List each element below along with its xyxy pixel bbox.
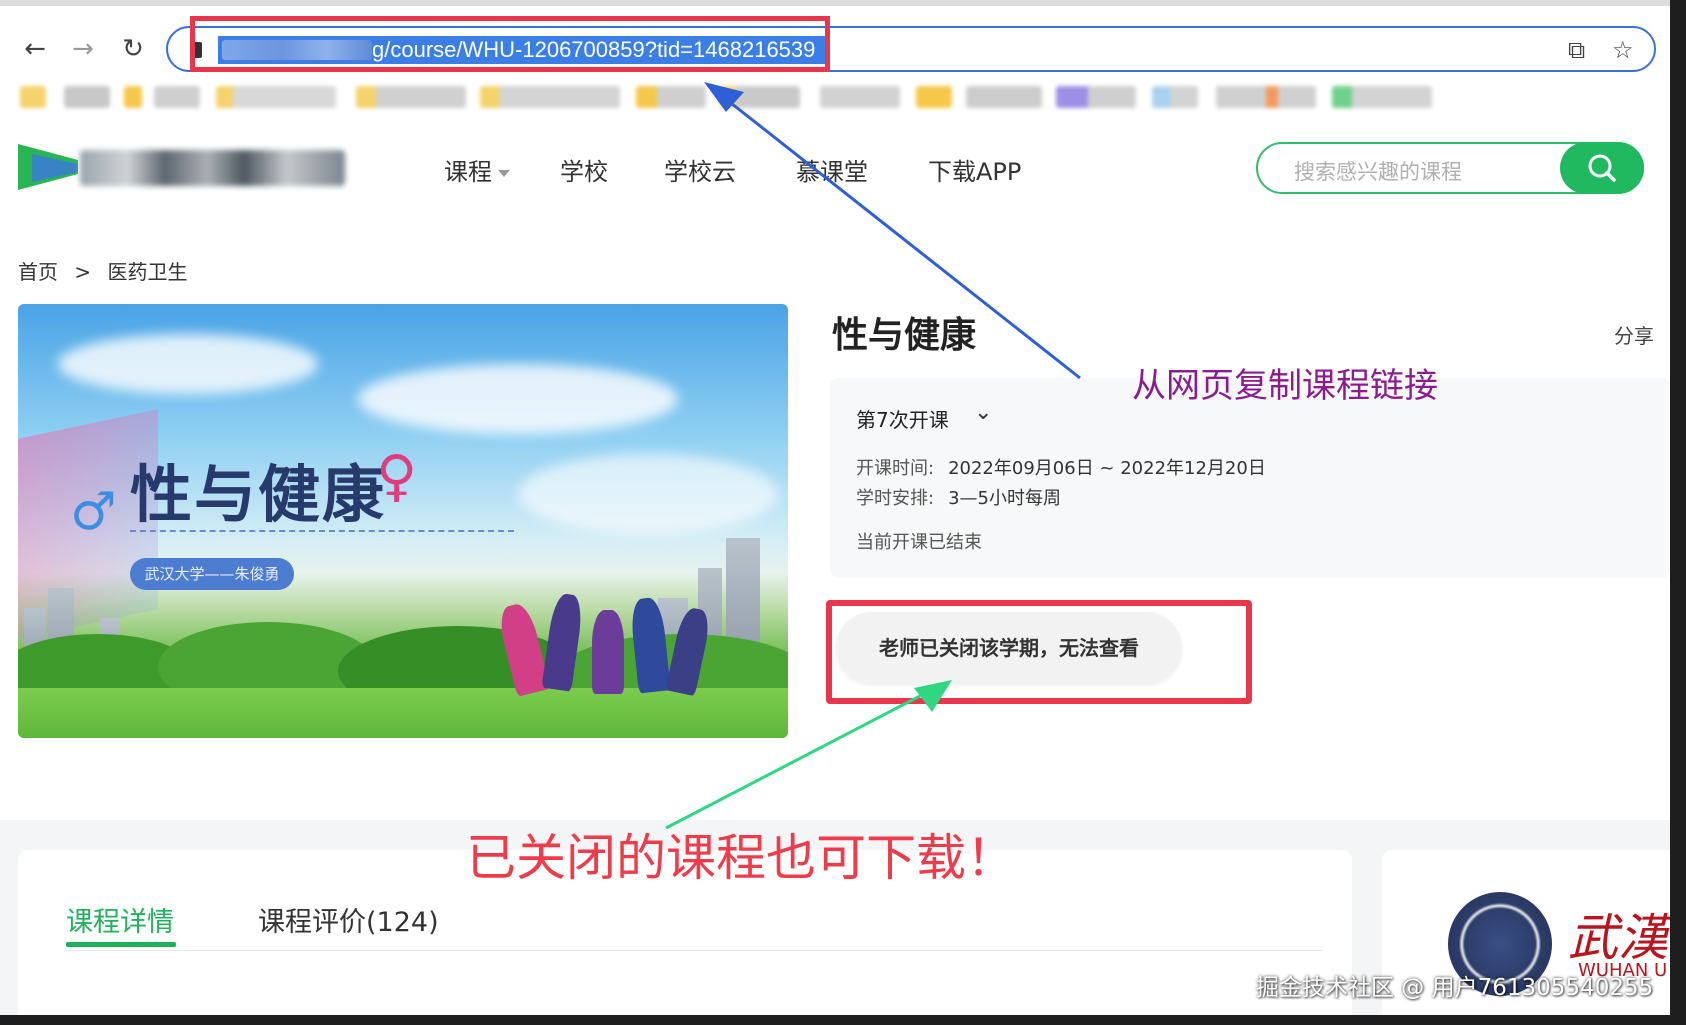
bookmark-item[interactable] bbox=[1216, 86, 1316, 108]
course-banner-image: 性与健康 ♂ ♀ 武汉大学——朱俊勇 bbox=[18, 304, 788, 738]
course-time-label: 开课时间: bbox=[856, 458, 935, 479]
bookmark-item[interactable] bbox=[1152, 86, 1198, 108]
bookmark-item[interactable] bbox=[820, 86, 900, 108]
bookmark-item[interactable] bbox=[636, 86, 706, 108]
search-button[interactable] bbox=[1560, 142, 1644, 194]
closed-button-highlight-box bbox=[826, 600, 1252, 704]
breadcrumb-category[interactable]: 医药卫生 bbox=[107, 260, 187, 284]
nav-schools[interactable]: 学校 bbox=[560, 152, 608, 187]
search-input[interactable]: 搜索感兴趣的课程 bbox=[1294, 156, 1462, 186]
bookmark-item[interactable] bbox=[20, 86, 46, 108]
annotation-closed-download: 已关闭的课程也可下载！ bbox=[466, 829, 1016, 887]
breadcrumb: 首页 > 医药卫生 bbox=[18, 256, 187, 285]
course-hours-label: 学时安排: bbox=[856, 488, 935, 509]
course-title: 性与健康 bbox=[832, 315, 977, 356]
course-time-row: 开课时间: 2022年09月06日 ~ 2022年12月20日 bbox=[856, 454, 1266, 480]
caret-down-icon bbox=[498, 169, 510, 177]
bookmark-item[interactable] bbox=[966, 86, 1042, 108]
nav-school-cloud[interactable]: 学校云 bbox=[664, 152, 736, 187]
bookmark-item[interactable] bbox=[124, 86, 142, 108]
banner-divider bbox=[130, 530, 514, 532]
tab-course-detail[interactable]: 课程详情 bbox=[66, 900, 174, 939]
screenshot-frame: ← → ↻ g/course/WHU-1206700859?tid=146821… bbox=[0, 0, 1686, 1025]
banner-title: 性与健康 bbox=[130, 458, 387, 531]
bookmark-item[interactable] bbox=[154, 86, 200, 108]
cloud-shape bbox=[358, 364, 678, 434]
course-status: 当前开课已结束 bbox=[856, 532, 982, 553]
star-icon[interactable]: ☆ bbox=[1612, 36, 1634, 64]
female-symbol-icon: ♀ bbox=[376, 444, 418, 509]
url-highlight-box bbox=[190, 16, 830, 72]
reload-icon[interactable]: ↻ bbox=[118, 34, 148, 64]
arrow-right-icon[interactable]: → bbox=[68, 34, 98, 64]
bookmark-item[interactable] bbox=[1056, 86, 1136, 108]
nav-download-app[interactable]: 下载APP bbox=[928, 152, 1021, 187]
course-hours-row: 学时安排: 3—5小时每周 bbox=[856, 484, 1061, 510]
grass-shape bbox=[18, 688, 788, 738]
tabs-divider bbox=[66, 950, 1322, 951]
share-button[interactable]: 分享 bbox=[1614, 320, 1654, 349]
nav-courses[interactable]: 课程 bbox=[444, 152, 510, 187]
search-box[interactable]: 搜索感兴趣的课程 bbox=[1256, 142, 1644, 194]
course-time-value: 2022年09月06日 ~ 2022年12月20日 bbox=[948, 458, 1266, 479]
term-selector[interactable]: 第7次开课 bbox=[856, 404, 949, 433]
watermark-text: 掘金技术社区 @ 用户761305540255 bbox=[1256, 975, 1654, 1001]
person-silhouette bbox=[592, 610, 624, 694]
nav-courses-label: 课程 bbox=[444, 158, 492, 186]
site-logo-text-redacted[interactable] bbox=[80, 150, 345, 186]
bookmark-item[interactable] bbox=[916, 86, 952, 108]
search-icon bbox=[1588, 154, 1616, 182]
bookmark-item[interactable] bbox=[720, 86, 800, 108]
breadcrumb-separator: > bbox=[74, 260, 92, 284]
bookmark-item[interactable] bbox=[64, 86, 110, 108]
banner-teacher-pill: 武汉大学——朱俊勇 bbox=[130, 558, 294, 590]
share-page-icon[interactable]: ⧉ bbox=[1568, 36, 1585, 64]
bookmark-item[interactable] bbox=[480, 86, 620, 108]
annotation-copy-link: 从网页复制课程链接 bbox=[1132, 366, 1438, 406]
bookmark-item[interactable] bbox=[356, 86, 466, 108]
breadcrumb-home[interactable]: 首页 bbox=[18, 260, 58, 284]
male-symbol-icon: ♂ bbox=[70, 482, 117, 542]
nav-mooc-classroom[interactable]: 慕课堂 bbox=[796, 152, 868, 187]
course-hours-value: 3—5小时每周 bbox=[948, 488, 1061, 509]
arrow-left-icon[interactable]: ← bbox=[20, 34, 50, 64]
bookmark-item[interactable] bbox=[1332, 86, 1432, 108]
mooc-logo-icon bbox=[18, 144, 78, 190]
bookmark-item[interactable] bbox=[216, 86, 336, 108]
term-info-card: 第7次开课 ⌄ 开课时间: 2022年09月06日 ~ 2022年12月20日 学… bbox=[830, 378, 1670, 578]
active-tab-indicator bbox=[66, 942, 176, 947]
tab-course-reviews[interactable]: 课程评价(124) bbox=[258, 900, 439, 939]
bookmarks-bar bbox=[20, 86, 1500, 110]
cloud-shape bbox=[58, 334, 318, 394]
cloud-shape bbox=[518, 454, 778, 534]
chevron-down-icon[interactable]: ⌄ bbox=[974, 400, 992, 425]
